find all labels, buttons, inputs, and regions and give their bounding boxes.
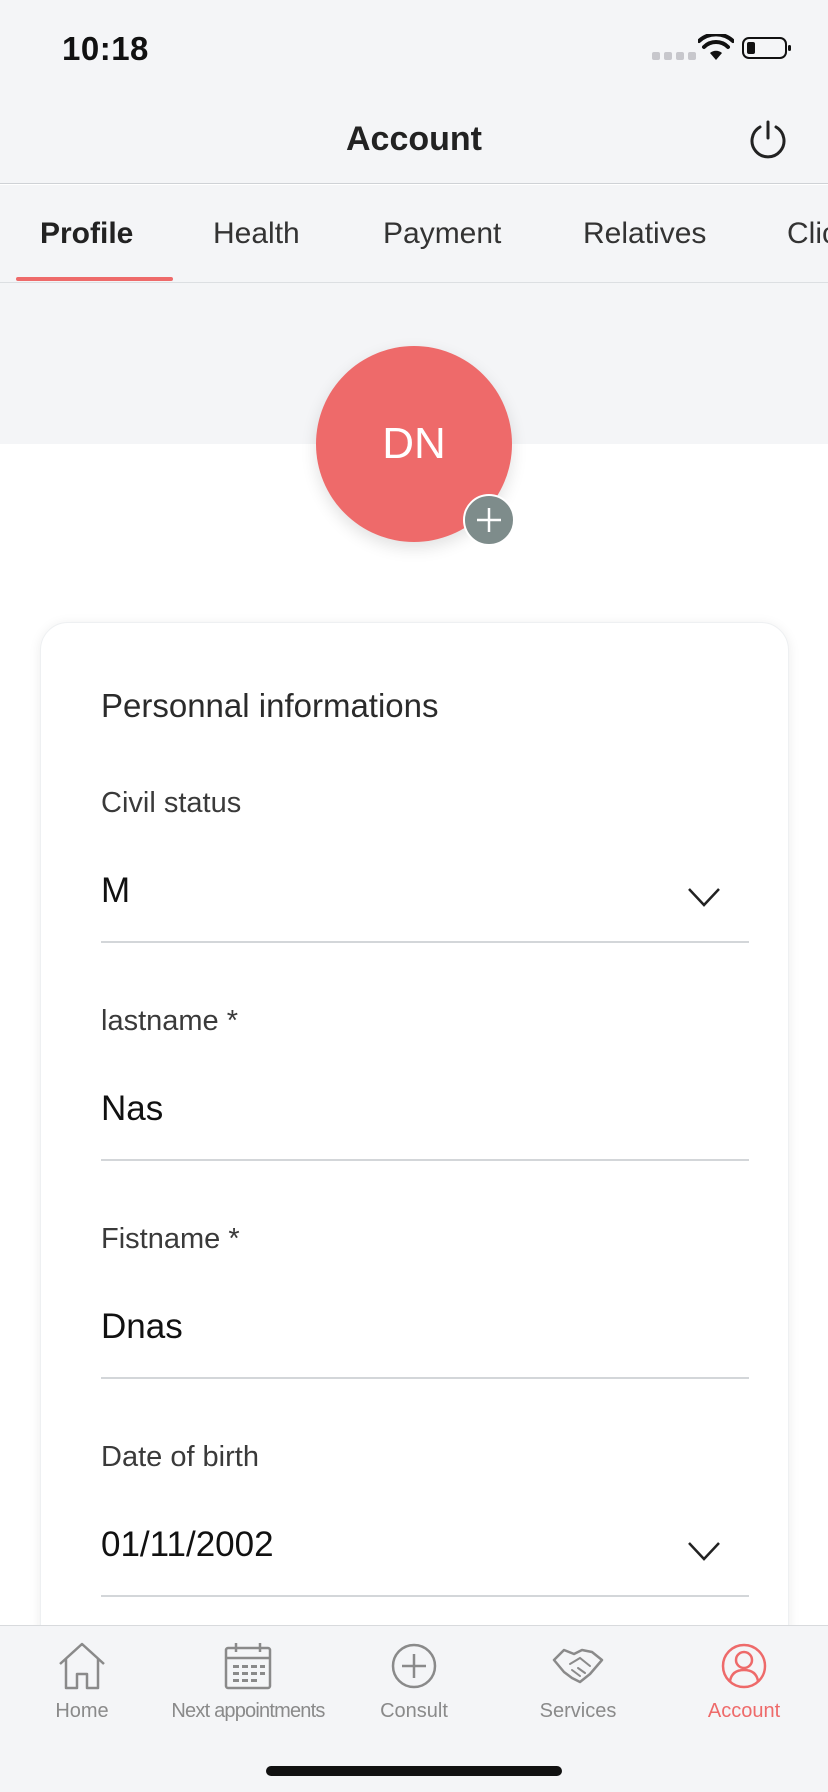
tab-health[interactable]: Health — [213, 185, 300, 282]
tabbar-label-home: Home — [55, 1700, 109, 1722]
firstname-label: Fistname * — [101, 1223, 240, 1255]
lastname-input[interactable]: Nas — [101, 1089, 163, 1129]
cellular-signal-icon — [652, 52, 696, 60]
calendar-icon — [224, 1643, 272, 1690]
home-indicator[interactable] — [266, 1766, 562, 1776]
civil-status-select[interactable]: M — [101, 871, 130, 911]
personal-info-card: Personnal informations Civil status M la… — [40, 622, 789, 1792]
field-underline — [101, 1595, 749, 1597]
civil-status-label: Civil status — [101, 787, 242, 819]
field-underline — [101, 941, 749, 943]
plus-icon — [477, 508, 501, 532]
civil-status-field[interactable]: Civil status M — [101, 787, 749, 943]
tabbar-label-next-appointments: Next appointments — [171, 1700, 325, 1722]
lastname-label: lastname * — [101, 1005, 239, 1037]
date-of-birth-label: Date of birth — [101, 1441, 259, 1473]
status-bar: 10:18 — [0, 0, 828, 96]
tab-payment[interactable]: Payment — [383, 185, 501, 282]
profile-tabs: Profile Health Payment Relatives Clic — [0, 185, 828, 283]
tabbar-item-consult[interactable]: Consult — [344, 1626, 484, 1746]
handshake-icon — [552, 1648, 604, 1684]
page-title: Account — [346, 120, 482, 158]
home-icon — [59, 1642, 105, 1690]
plus-circle-icon — [391, 1643, 437, 1689]
battery-icon — [742, 37, 791, 59]
tabbar-item-next-appointments[interactable]: Next appointments — [162, 1626, 334, 1746]
tab-relatives[interactable]: Relatives — [583, 185, 706, 282]
tabbar-item-home[interactable]: Home — [12, 1626, 152, 1746]
screen: 10:18 Account Profile Health Payment Rel… — [0, 0, 828, 1792]
chevron-down-icon[interactable] — [687, 1541, 721, 1561]
active-tab-indicator — [16, 277, 173, 281]
power-icon[interactable] — [746, 118, 790, 162]
tabbar-item-account[interactable]: Account — [674, 1626, 814, 1746]
tabbar-item-services[interactable]: Services — [508, 1626, 648, 1746]
tab-clic[interactable]: Clic — [787, 185, 828, 282]
field-underline — [101, 1159, 749, 1161]
card-title: Personnal informations — [101, 687, 439, 724]
user-circle-icon — [721, 1643, 767, 1689]
date-of-birth-field[interactable]: Date of birth 01/11/2002 — [101, 1441, 749, 1597]
add-photo-button[interactable] — [463, 494, 515, 546]
tab-profile[interactable]: Profile — [40, 185, 133, 282]
field-underline — [101, 1377, 749, 1379]
status-time: 10:18 — [62, 30, 149, 67]
header: Account — [0, 96, 828, 184]
chevron-down-icon[interactable] — [687, 887, 721, 907]
date-of-birth-select[interactable]: 01/11/2002 — [101, 1525, 274, 1565]
firstname-field[interactable]: Fistname * Dnas — [101, 1223, 749, 1379]
avatar-initials: DN — [382, 419, 446, 468]
wifi-icon — [698, 34, 734, 60]
tabbar-label-account: Account — [707, 1700, 781, 1722]
firstname-input[interactable]: Dnas — [101, 1307, 183, 1347]
lastname-field[interactable]: lastname * Nas — [101, 1005, 749, 1161]
tabbar-label-consult: Consult — [380, 1700, 448, 1722]
tabbar-label-services: Services — [539, 1700, 617, 1722]
